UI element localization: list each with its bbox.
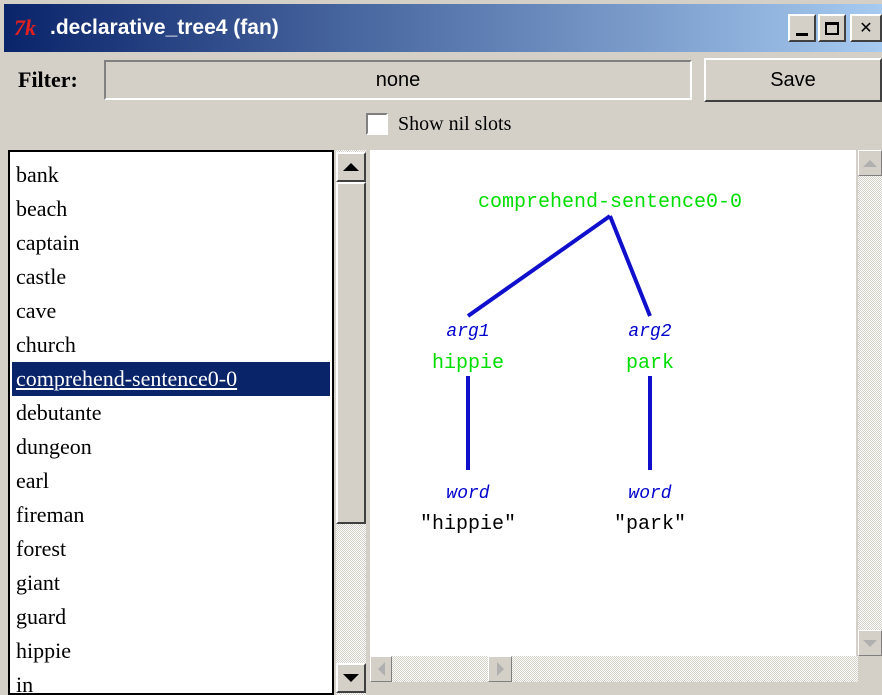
declarative-tree-window: 7k .declarative_tree4 (fan) ✕ Filter: no…	[0, 0, 882, 695]
arrow-up-icon	[863, 159, 877, 167]
arrow-down-icon	[863, 639, 877, 647]
canvas-scroll-up-button[interactable]	[858, 150, 882, 176]
tree-node-park[interactable]: park	[626, 352, 674, 375]
tree-canvas[interactable]: comprehend-sentence0-0 arg1 hippie word …	[370, 150, 856, 656]
slot-label-arg2: arg2	[628, 322, 671, 342]
list-item[interactable]: debutante	[12, 396, 330, 430]
list-scroll-up-button[interactable]	[336, 152, 366, 182]
list-item[interactable]: fireman	[12, 498, 330, 532]
chunk-listbox[interactable]: bank beach captain castle cave church comprehe…	[8, 150, 334, 695]
list-item[interactable]: giant	[12, 566, 330, 600]
arrow-down-icon	[343, 674, 359, 682]
canvas-scroll-left-button[interactable]	[370, 656, 392, 682]
tree-node-hippie[interactable]: hippie	[432, 352, 504, 375]
list-item[interactable]: forest	[12, 532, 330, 566]
minimize-button[interactable]	[788, 14, 816, 42]
list-item[interactable]: beach	[12, 192, 330, 226]
maximize-button[interactable]	[818, 14, 846, 42]
arrow-right-icon	[496, 662, 504, 676]
list-item[interactable]: earl	[12, 464, 330, 498]
slot-label-word-2: word	[628, 484, 671, 504]
list-item[interactable]: hippie	[12, 634, 330, 668]
list-scroll-down-button[interactable]	[336, 663, 366, 693]
edge-root-arg1	[466, 214, 612, 318]
filter-value: none	[375, 68, 421, 91]
arrow-up-icon	[343, 163, 359, 171]
list-item[interactable]: church	[12, 328, 330, 362]
minimize-icon	[796, 32, 808, 36]
close-button[interactable]: ✕	[850, 14, 882, 42]
canvas-scroll-down-button[interactable]	[858, 630, 882, 656]
save-button[interactable]: Save	[704, 58, 882, 102]
tree-root-node[interactable]: comprehend-sentence0-0	[478, 191, 742, 214]
word-value-park: "park"	[614, 513, 686, 536]
filter-field[interactable]: none	[104, 60, 692, 100]
list-item[interactable]: bank	[12, 158, 330, 192]
bottom-border	[370, 682, 882, 695]
show-nil-slots-toggle[interactable]: Show nil slots	[366, 112, 511, 136]
chunk-list: bank beach captain castle cave church comprehe…	[12, 158, 330, 693]
word-value-hippie: "hippie"	[420, 513, 516, 536]
close-icon: ✕	[859, 18, 873, 37]
title-bar[interactable]: 7k .declarative_tree4 (fan) ✕	[4, 4, 882, 52]
canvas-horizontal-scrollbar[interactable]	[370, 656, 858, 682]
list-scroll-thumb[interactable]	[336, 182, 366, 524]
maximize-icon	[825, 21, 839, 35]
list-item[interactable]: in	[12, 668, 330, 693]
list-item[interactable]: dungeon	[12, 430, 330, 464]
tk-app-icon: 7k	[14, 15, 36, 40]
show-nil-slots-checkbox[interactable]	[366, 113, 388, 135]
canvas-vertical-scrollbar[interactable]	[858, 150, 882, 656]
slot-label-word-1: word	[446, 484, 489, 504]
slot-label-arg1: arg1	[446, 322, 489, 342]
arrow-left-icon	[377, 662, 385, 676]
edge-root-arg2	[608, 215, 652, 317]
list-vertical-scrollbar[interactable]	[336, 150, 366, 695]
show-nil-slots-label: Show nil slots	[398, 113, 512, 135]
list-item[interactable]: guard	[12, 600, 330, 634]
list-item[interactable]: castle	[12, 260, 330, 294]
tree-diagram: comprehend-sentence0-0 arg1 hippie word …	[420, 191, 742, 536]
window-title: .declarative_tree4 (fan)	[50, 16, 279, 39]
canvas-scroll-right-button[interactable]	[488, 656, 512, 682]
filter-label: Filter:	[18, 67, 78, 92]
list-item[interactable]: comprehend-sentence0-0	[12, 362, 330, 396]
list-item[interactable]: cave	[12, 294, 330, 328]
list-item[interactable]: captain	[12, 226, 330, 260]
